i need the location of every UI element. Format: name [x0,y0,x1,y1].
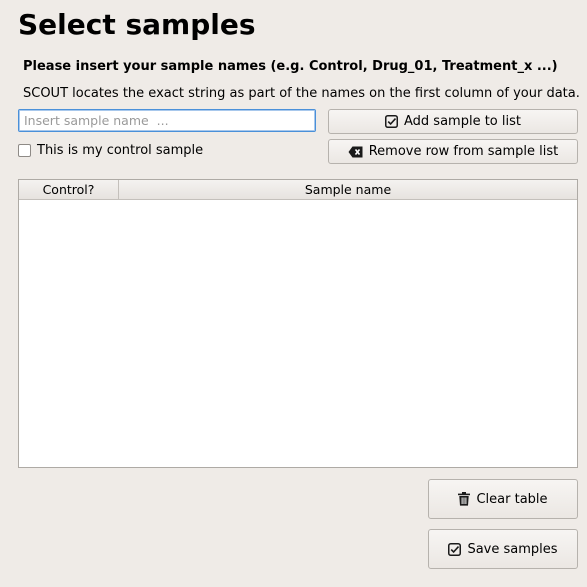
column-header-sample-name[interactable]: Sample name [119,180,577,199]
page-title: Select samples [18,8,256,41]
add-sample-button[interactable]: Add sample to list [328,109,578,134]
trash-icon [458,492,471,506]
control-sample-label: This is my control sample [37,143,204,158]
column-header-control[interactable]: Control? [19,180,119,199]
description-text: SCOUT locates the exact string as part o… [23,86,580,101]
checkbox-check-icon [385,115,398,128]
remove-row-button[interactable]: Remove row from sample list [328,139,578,164]
checkbox-check-icon [448,542,462,556]
save-samples-label: Save samples [467,541,558,557]
control-sample-checkbox-row[interactable]: This is my control sample [18,143,203,158]
remove-row-label: Remove row from sample list [368,144,559,159]
add-sample-label: Add sample to list [404,114,521,129]
sample-table[interactable]: Control? Sample name [18,179,578,468]
sample-name-input[interactable] [18,109,316,132]
table-header: Control? Sample name [19,180,577,200]
control-sample-checkbox[interactable] [18,144,31,157]
clear-table-button[interactable]: Clear table [428,479,578,519]
instruction-text: Please insert your sample names (e.g. Co… [23,59,558,74]
save-samples-button[interactable]: Save samples [428,529,578,569]
clear-table-label: Clear table [476,491,548,507]
backspace-icon [348,146,363,158]
